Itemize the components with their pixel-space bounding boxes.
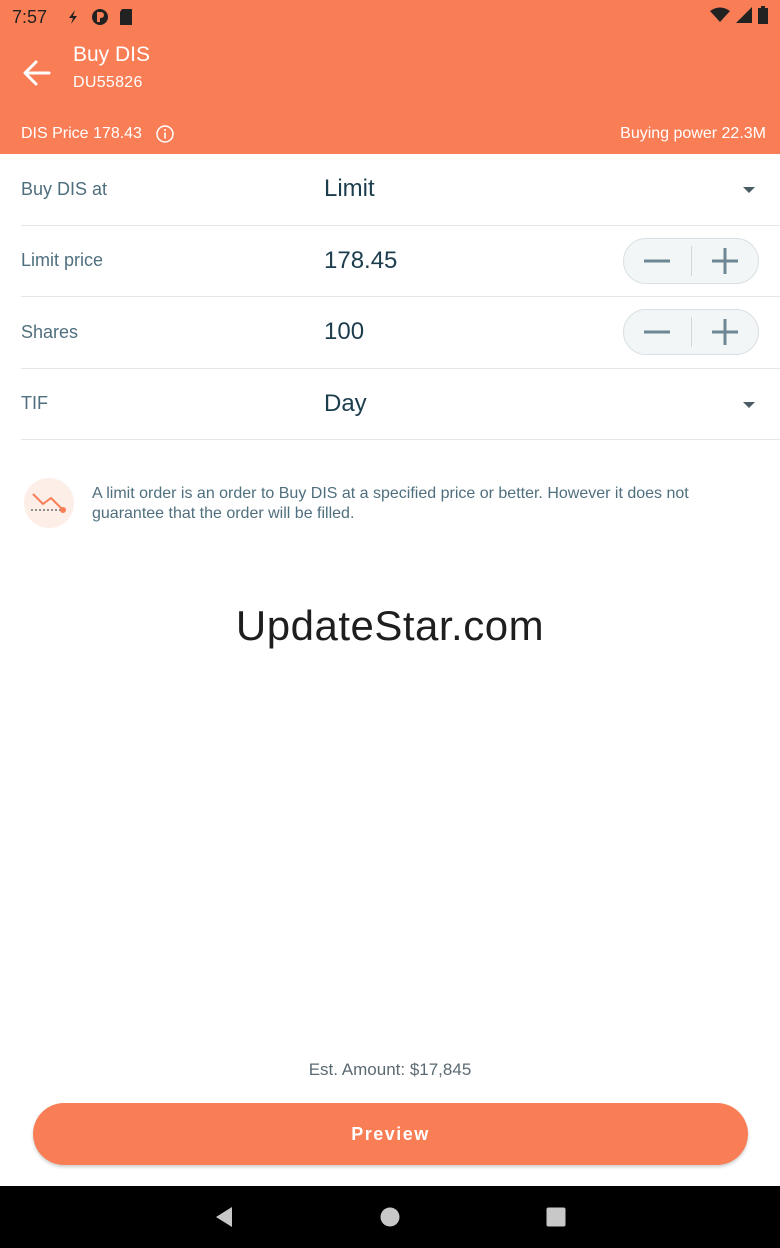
sd-card-icon xyxy=(119,8,133,26)
preview-button[interactable]: Preview xyxy=(33,1103,748,1165)
limit-price-row: Limit price 178.45 xyxy=(21,226,780,297)
dropdown-caret-icon[interactable] xyxy=(743,187,755,193)
order-type-value[interactable]: Limit xyxy=(324,175,375,203)
limit-price-decrement-button[interactable] xyxy=(624,239,691,283)
buying-power: Buying power 22.3M xyxy=(620,125,766,142)
shares-label: Shares xyxy=(21,321,79,342)
limit-order-chart-icon xyxy=(24,478,74,528)
system-nav-bar xyxy=(0,1186,780,1248)
price-line: DIS Price 178.43 xyxy=(21,125,174,143)
signal-icon xyxy=(736,6,752,28)
shares-decrement-button[interactable] xyxy=(624,310,691,354)
limit-price-label: Limit price xyxy=(21,250,104,271)
shares-stepper xyxy=(623,309,759,356)
limit-price-value[interactable]: 178.45 xyxy=(324,247,397,275)
order-form: Buy DIS at Limit Limit price 178.45 Shar… xyxy=(21,154,780,440)
status-bar: 7:57 xyxy=(0,0,780,34)
shares-value[interactable]: 100 xyxy=(324,318,364,346)
triangle-back-icon xyxy=(216,1207,232,1227)
account-id: DU55826 xyxy=(73,74,143,91)
arrow-left-icon xyxy=(23,60,51,86)
dropdown-caret-icon[interactable] xyxy=(743,401,755,408)
order-type-row[interactable]: Buy DIS at Limit xyxy=(21,154,780,226)
tif-row[interactable]: TIF Day xyxy=(21,369,780,440)
estimated-amount: Est. Amount: $17,845 xyxy=(308,1060,472,1079)
plus-icon xyxy=(711,319,738,346)
app-header: Buy DIS DU55826 DIS Price 178.43 Buying … xyxy=(0,34,780,154)
tif-label: TIF xyxy=(21,393,48,414)
battery-icon xyxy=(758,5,768,29)
watermark-text: UpdateStar.com xyxy=(235,602,545,649)
plus-icon xyxy=(711,247,738,274)
shares-increment-button[interactable] xyxy=(692,310,759,354)
shares-row: Shares 100 xyxy=(21,297,780,369)
order-type-note: A limit order is an order to Buy DIS at … xyxy=(24,478,764,528)
square-recents-icon xyxy=(546,1207,566,1227)
note-text: A limit order is an order to Buy DIS at … xyxy=(92,485,689,522)
info-icon[interactable] xyxy=(156,125,174,143)
nav-recents-button[interactable] xyxy=(473,1186,639,1248)
page-title: Buy DIS xyxy=(73,43,151,66)
back-button[interactable] xyxy=(18,54,56,92)
minus-icon xyxy=(644,330,671,334)
circle-home-icon xyxy=(380,1207,400,1227)
status-time: 7:57 xyxy=(12,6,48,27)
tif-value[interactable]: Day xyxy=(324,390,367,418)
limit-price-increment-button[interactable] xyxy=(692,239,759,283)
limit-price-stepper xyxy=(623,237,759,284)
notification-icon xyxy=(65,8,81,26)
stock-price: DIS Price 178.43 xyxy=(21,125,142,142)
app-notification-icon xyxy=(91,8,109,26)
minus-icon xyxy=(644,259,671,263)
nav-back-button[interactable] xyxy=(141,1186,307,1248)
nav-home-button[interactable] xyxy=(307,1186,473,1248)
order-type-label: Buy DIS at xyxy=(21,178,108,199)
wifi-icon xyxy=(710,7,730,28)
